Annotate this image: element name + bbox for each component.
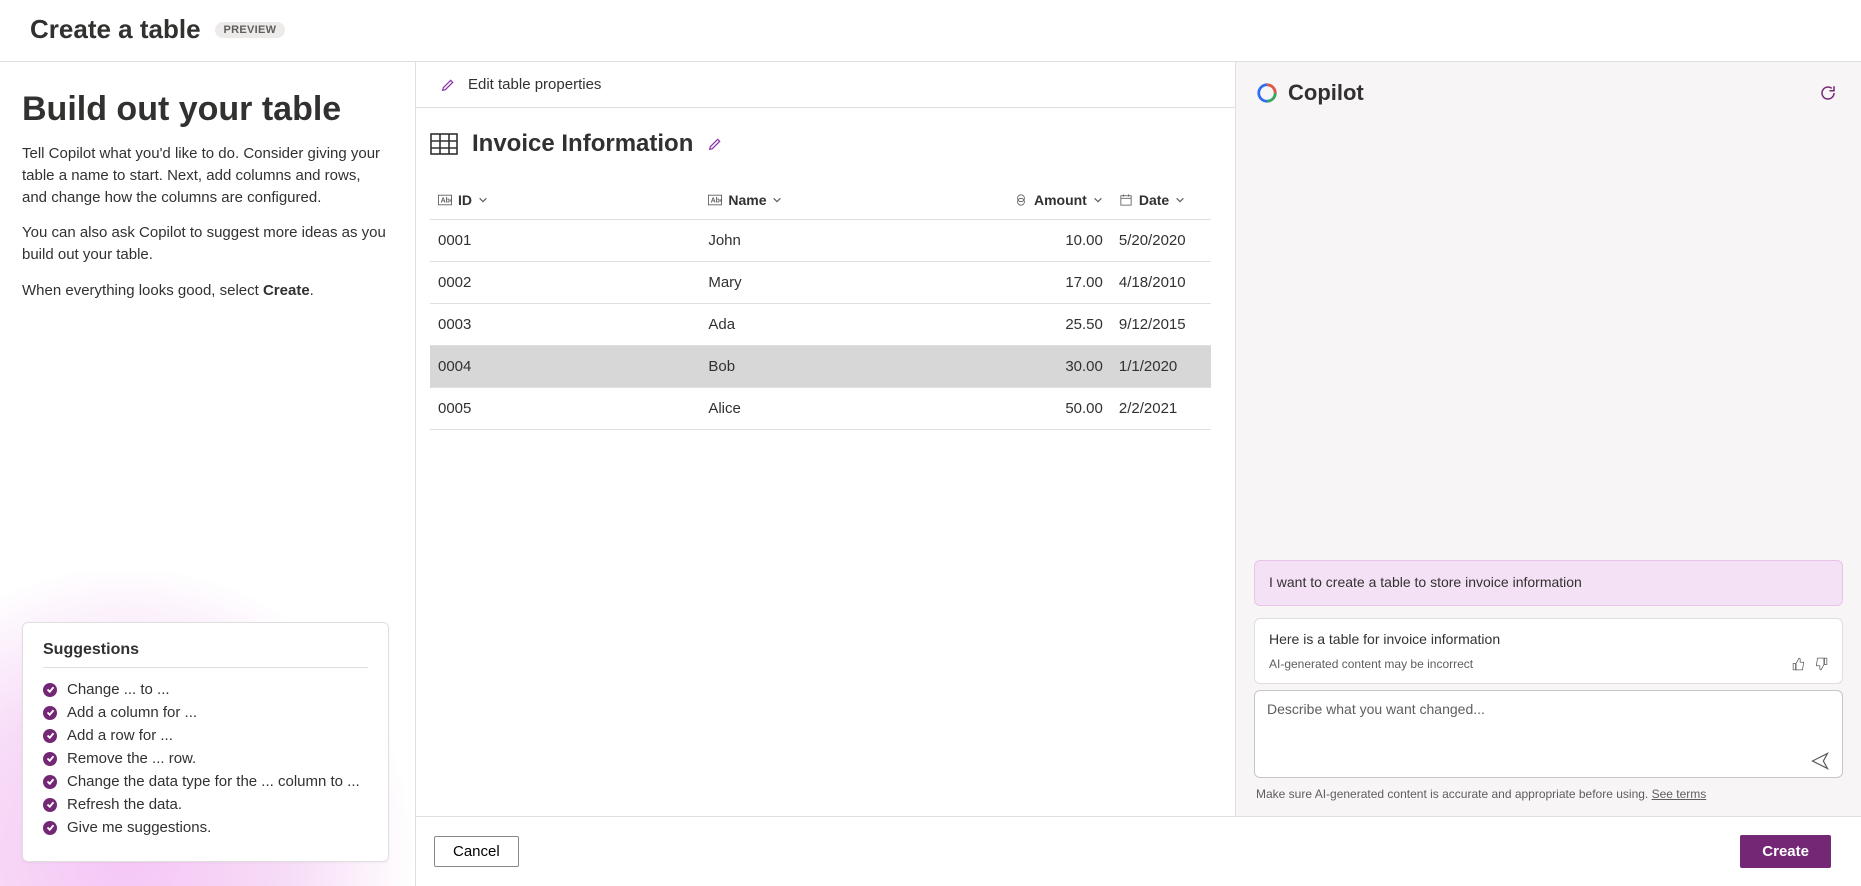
table-icon	[430, 133, 458, 155]
cell-amount[interactable]: 17.00	[1001, 262, 1111, 304]
cell-name[interactable]: Bob	[700, 346, 1000, 388]
create-button[interactable]: Create	[1740, 835, 1831, 868]
ai-disclaimer: AI-generated content may be incorrect	[1269, 657, 1473, 671]
copilot-input[interactable]	[1267, 701, 1830, 741]
suggestion-item[interactable]: Refresh the data.	[43, 793, 368, 816]
left-paragraph-2: You can also ask Copilot to suggest more…	[22, 222, 389, 266]
data-table: Abc ID Abc Name	[430, 182, 1211, 430]
copilot-input-box[interactable]	[1254, 690, 1843, 778]
calendar-type-icon	[1119, 194, 1133, 206]
table-row[interactable]: 0003Ada25.509/12/2015	[430, 304, 1211, 346]
send-icon[interactable]	[1810, 751, 1830, 771]
table-row[interactable]: 0001John10.005/20/2020	[430, 220, 1211, 262]
svg-text:Abc: Abc	[441, 198, 452, 205]
cell-id[interactable]: 0002	[430, 262, 700, 304]
cell-id[interactable]: 0001	[430, 220, 700, 262]
check-circle-icon	[43, 706, 57, 720]
chevron-down-icon	[478, 195, 488, 205]
text-type-icon: Abc	[708, 194, 722, 206]
cell-id[interactable]: 0005	[430, 388, 700, 430]
left-paragraph-3: When everything looks good, select Creat…	[22, 280, 389, 302]
suggestion-item[interactable]: Change ... to ...	[43, 678, 368, 701]
cell-name[interactable]: John	[700, 220, 1000, 262]
cell-name[interactable]: Mary	[700, 262, 1000, 304]
left-panel: Build out your table Tell Copilot what y…	[0, 62, 416, 886]
text-type-icon: Abc	[438, 194, 452, 206]
chevron-down-icon	[1175, 195, 1185, 205]
cell-id[interactable]: 0003	[430, 304, 700, 346]
cell-name[interactable]: Alice	[700, 388, 1000, 430]
cancel-button[interactable]: Cancel	[434, 836, 519, 867]
cell-date[interactable]: 9/12/2015	[1111, 304, 1211, 346]
refresh-icon[interactable]	[1819, 84, 1837, 102]
currency-type-icon	[1014, 194, 1028, 206]
center-panel: Edit table properties Invoice Informatio…	[416, 62, 1236, 886]
check-circle-icon	[43, 752, 57, 766]
chat-thread: I want to create a table to store invoic…	[1236, 114, 1861, 684]
cell-date[interactable]: 2/2/2021	[1111, 388, 1211, 430]
check-circle-icon	[43, 798, 57, 812]
footer-bar: Cancel Create	[416, 816, 1861, 886]
table-row[interactable]: 0005Alice50.002/2/2021	[430, 388, 1211, 430]
page-header: Create a table PREVIEW	[0, 0, 1861, 62]
check-circle-icon	[43, 821, 57, 835]
table-title-row: Invoice Information	[430, 130, 1211, 158]
legal-text: Make sure AI-generated content is accura…	[1236, 786, 1861, 802]
column-header-name[interactable]: Abc Name	[700, 182, 1000, 220]
copilot-panel: Copilot I want to create a table to stor…	[1236, 62, 1861, 886]
cell-date[interactable]: 4/18/2010	[1111, 262, 1211, 304]
suggestion-item[interactable]: Remove the ... row.	[43, 747, 368, 770]
cell-name[interactable]: Ada	[700, 304, 1000, 346]
edit-table-properties-link[interactable]: Edit table properties	[416, 62, 1235, 108]
suggestions-heading: Suggestions	[43, 641, 368, 659]
thumbs-down-icon[interactable]	[1814, 657, 1828, 671]
cell-id[interactable]: 0004	[430, 346, 700, 388]
pencil-icon	[440, 77, 456, 93]
chevron-down-icon	[1093, 195, 1103, 205]
check-circle-icon	[43, 683, 57, 697]
divider	[43, 667, 368, 668]
svg-text:Abc: Abc	[711, 198, 722, 205]
column-header-amount[interactable]: Amount	[1001, 182, 1111, 220]
cell-amount[interactable]: 30.00	[1001, 346, 1111, 388]
edit-table-name-icon[interactable]	[707, 136, 723, 152]
page-title: Create a table	[30, 14, 201, 45]
column-header-date[interactable]: Date	[1111, 182, 1211, 220]
table-name: Invoice Information	[472, 130, 693, 158]
suggestion-item[interactable]: Add a row for ...	[43, 724, 368, 747]
table-row[interactable]: 0004Bob30.001/1/2020	[430, 346, 1211, 388]
copilot-logo-icon	[1256, 82, 1278, 104]
chevron-down-icon	[772, 195, 782, 205]
left-paragraph-1: Tell Copilot what you'd like to do. Cons…	[22, 143, 389, 208]
user-message: I want to create a table to store invoic…	[1254, 560, 1843, 606]
suggestion-item[interactable]: Change the data type for the ... column …	[43, 770, 368, 793]
ai-message: Here is a table for invoice information …	[1254, 618, 1843, 684]
check-circle-icon	[43, 729, 57, 743]
cell-date[interactable]: 1/1/2020	[1111, 346, 1211, 388]
cell-amount[interactable]: 25.50	[1001, 304, 1111, 346]
thumbs-up-icon[interactable]	[1792, 657, 1806, 671]
cell-amount[interactable]: 50.00	[1001, 388, 1111, 430]
table-row[interactable]: 0002Mary17.004/18/2010	[430, 262, 1211, 304]
left-heading: Build out your table	[22, 90, 389, 129]
cell-date[interactable]: 5/20/2020	[1111, 220, 1211, 262]
preview-badge: PREVIEW	[215, 22, 286, 38]
column-header-id[interactable]: Abc ID	[430, 182, 700, 220]
copilot-brand: Copilot	[1256, 80, 1364, 106]
suggestion-item[interactable]: Add a column for ...	[43, 701, 368, 724]
check-circle-icon	[43, 775, 57, 789]
suggestion-item[interactable]: Give me suggestions.	[43, 816, 368, 839]
cell-amount[interactable]: 10.00	[1001, 220, 1111, 262]
suggestions-card: Suggestions Change ... to ...Add a colum…	[22, 622, 389, 862]
see-terms-link[interactable]: See terms	[1652, 787, 1707, 801]
